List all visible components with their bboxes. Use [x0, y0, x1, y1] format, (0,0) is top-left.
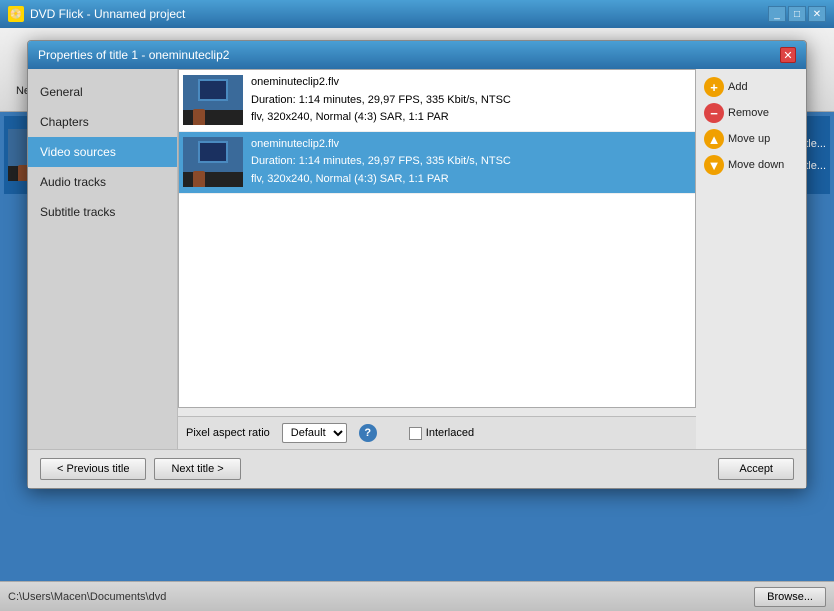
dialog-overlay: Properties of title 1 - oneminuteclip2 ✕…: [0, 28, 834, 611]
add-icon: +: [704, 77, 724, 97]
dialog-close-button[interactable]: ✕: [780, 47, 796, 63]
move-down-button[interactable]: ▼ Move down: [704, 155, 798, 175]
video-item-2[interactable]: oneminuteclip2.flv Duration: 1:14 minute…: [179, 132, 695, 194]
down-icon: ▼: [704, 155, 724, 175]
dialog-body: General Chapters Video sources Audio tra…: [28, 69, 806, 449]
dialog-title-bar: Properties of title 1 - oneminuteclip2 ✕: [28, 41, 806, 69]
par-select[interactable]: Default: [282, 423, 347, 443]
add-label: Add: [728, 81, 748, 93]
video-list: oneminuteclip2.flv Duration: 1:14 minute…: [178, 69, 696, 408]
controls-row: Pixel aspect ratio Default ? Interlaced: [178, 416, 696, 449]
nav-item-subtitle-tracks[interactable]: Subtitle tracks: [28, 197, 177, 227]
add-button[interactable]: + Add: [704, 77, 798, 97]
video-duration-1: Duration: 1:14 minutes, 29,97 FPS, 335 K…: [251, 92, 511, 110]
video-thumb-2: [183, 137, 243, 187]
title-bar: 📀 DVD Flick - Unnamed project _ □ ✕: [0, 0, 834, 28]
remove-button[interactable]: − Remove: [704, 103, 798, 123]
nav-item-general[interactable]: General: [28, 77, 177, 107]
nav-item-audio-tracks[interactable]: Audio tracks: [28, 167, 177, 197]
accept-button[interactable]: Accept: [718, 458, 794, 480]
move-down-label: Move down: [728, 159, 784, 171]
window-controls: _ □ ✕: [768, 6, 826, 22]
maximize-button[interactable]: □: [788, 6, 806, 22]
close-button[interactable]: ✕: [808, 6, 826, 22]
video-duration-2: Duration: 1:14 minutes, 29,97 FPS, 335 K…: [251, 153, 511, 171]
content-area: oneminuteclip2.flv Duration: 1:14 minute…: [178, 69, 696, 449]
remove-label: Remove: [728, 107, 769, 119]
par-label: Pixel aspect ratio: [186, 427, 270, 439]
up-icon: ▲: [704, 129, 724, 149]
nav-item-chapters[interactable]: Chapters: [28, 107, 177, 137]
properties-dialog: Properties of title 1 - oneminuteclip2 ✕…: [27, 40, 807, 489]
window-title: DVD Flick - Unnamed project: [30, 7, 768, 21]
video-format-1: flv, 320x240, Normal (4:3) SAR, 1:1 PAR: [251, 109, 511, 127]
video-info-2: oneminuteclip2.flv Duration: 1:14 minute…: [251, 136, 511, 189]
dialog-footer: < Previous title Next title > Accept: [28, 449, 806, 488]
video-info-1: oneminuteclip2.flv Duration: 1:14 minute…: [251, 74, 511, 127]
dialog-nav: General Chapters Video sources Audio tra…: [28, 69, 178, 449]
interlaced-checkbox-group: Interlaced: [409, 427, 474, 440]
video-filename-1: oneminuteclip2.flv: [251, 74, 511, 92]
minimize-button[interactable]: _: [768, 6, 786, 22]
video-format-2: flv, 320x240, Normal (4:3) SAR, 1:1 PAR: [251, 171, 511, 189]
video-filename-2: oneminuteclip2.flv: [251, 136, 511, 154]
dialog-actions: + Add − Remove ▲ Move up ▼ Move down: [696, 69, 806, 449]
nav-buttons: < Previous title Next title >: [40, 458, 241, 480]
nav-item-video-sources[interactable]: Video sources: [28, 137, 177, 167]
dialog-title: Properties of title 1 - oneminuteclip2: [38, 48, 229, 62]
next-title-button[interactable]: Next title >: [154, 458, 240, 480]
remove-icon: −: [704, 103, 724, 123]
content-and-actions: oneminuteclip2.flv Duration: 1:14 minute…: [178, 69, 806, 449]
move-up-button[interactable]: ▲ Move up: [704, 129, 798, 149]
interlaced-label: Interlaced: [426, 427, 474, 439]
interlaced-checkbox[interactable]: [409, 427, 422, 440]
video-thumb-1: [183, 75, 243, 125]
help-button[interactable]: ?: [359, 424, 377, 442]
video-item-1[interactable]: oneminuteclip2.flv Duration: 1:14 minute…: [179, 70, 695, 132]
move-up-label: Move up: [728, 133, 770, 145]
app-icon: 📀: [8, 6, 24, 22]
prev-title-button[interactable]: < Previous title: [40, 458, 146, 480]
